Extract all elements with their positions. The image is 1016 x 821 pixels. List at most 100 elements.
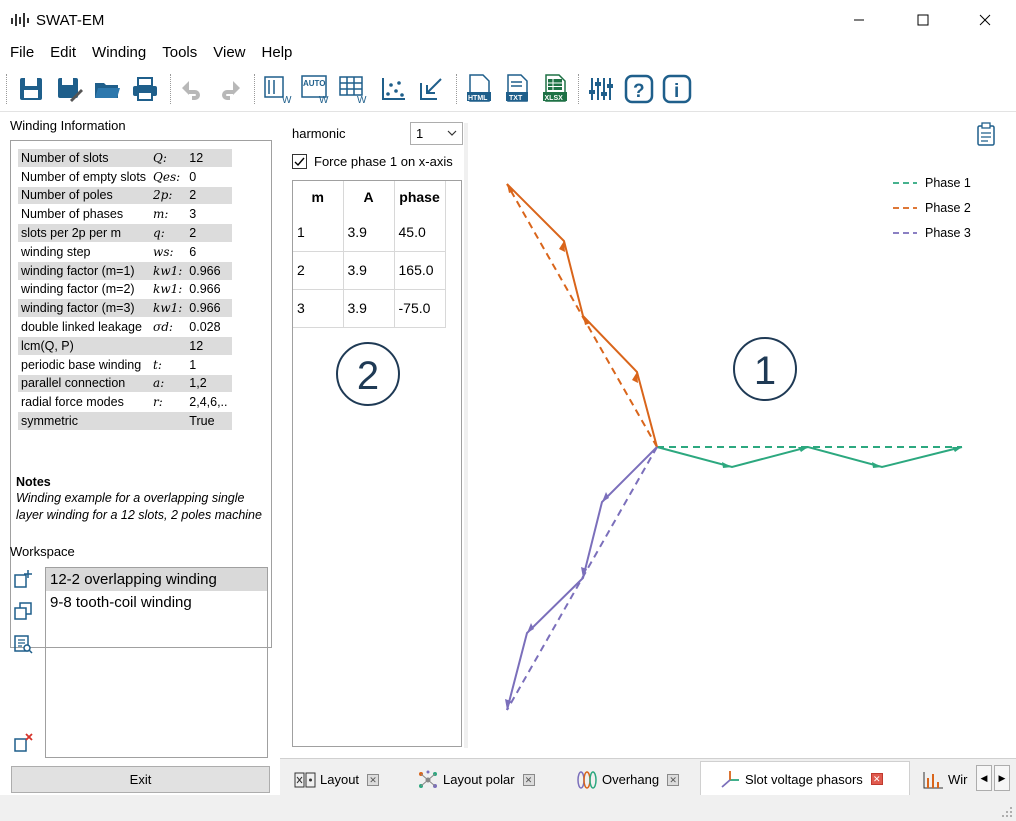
table-cell[interactable]: 165.0 [394,251,446,290]
export-txt-icon: TXT [506,74,528,102]
phasor-arrowheads-phase-1 [722,447,962,468]
legend-label-phase-2: Phase 2 [925,201,971,215]
callout-circle-1: 1 [733,337,797,401]
menu-tools[interactable]: Tools [154,40,205,66]
import-button[interactable] [414,72,448,106]
info-symbol: kw1: [153,282,183,297]
info-row: winding factor (m=3) kw1: 0.966 [18,299,232,318]
exit-button[interactable]: Exit [11,766,270,793]
undo-icon [182,81,200,100]
info-row: lcm(Q, P) 12 [18,336,232,355]
tab-overhang[interactable]: Overhang ✕ [576,763,680,796]
tab-scroll-left[interactable]: ◀ [976,765,992,791]
print-button[interactable] [128,72,162,106]
resize-grip-icon[interactable] [1001,806,1013,818]
table-cell[interactable]: 45.0 [394,213,446,252]
legend-label-phase-1: Phase 1 [925,176,971,190]
menu-winding[interactable]: Winding [84,40,154,66]
redo-button[interactable] [212,72,246,106]
col-header-m: m [293,181,344,213]
save-button[interactable] [14,72,48,106]
workspace-item-9-8[interactable]: 9-8 tooth-coil winding [46,591,267,614]
undo-button[interactable] [176,72,210,106]
info-row: winding factor (m=2) kw1: 0.966 [18,281,232,299]
toolbar-w-label-3: W [357,95,367,104]
workspace-item-12-2[interactable]: 12-2 overlapping winding [46,568,267,591]
table-cell[interactable]: 1 [293,213,344,252]
export-txt-button[interactable]: TXT [500,72,534,106]
export-xlsx-button[interactable]: XLSX [538,72,572,106]
menu-help[interactable]: Help [254,40,301,66]
table-cell[interactable]: 3.9 [343,251,395,290]
force-phase-label: Force phase 1 on x-axis [314,154,453,169]
menu-edit[interactable]: Edit [42,40,84,66]
tab-close-icon[interactable]: ✕ [367,773,380,786]
open-button[interactable] [90,72,124,106]
force-phase-checkbox[interactable] [292,154,307,169]
info-value: 0.966 [186,261,232,280]
harmonic-select[interactable]: 1 [410,122,463,145]
phasor-slots-phase-1 [656,445,963,469]
col-header-a: A [343,181,395,213]
settings-button[interactable] [584,72,618,106]
info-row: parallel connection a: 1,2 [18,374,232,393]
table-cell[interactable]: 2 [293,251,344,290]
phasor-table: m A phase 1 3.9 45.0 2 3.9 165.0 3 3.9 -… [293,181,446,328]
tab-close-icon[interactable]: ✕ [522,773,535,786]
callout-2-label: 2 [357,354,379,398]
workspace-title: Workspace [10,544,75,559]
new-winding-icon[interactable] [13,569,33,589]
info-row: Number of poles 2p: 2 [18,186,232,205]
info-button[interactable]: i [660,72,694,106]
help-button[interactable]: ? [622,72,656,106]
info-symbol: ws: [153,244,174,259]
winding-edit-button[interactable]: W [260,72,294,106]
maximize-button[interactable] [900,0,946,40]
save-icon [20,78,42,100]
settings-sliders-icon [589,78,613,100]
phasor-table-box: m A phase 1 3.9 45.0 2 3.9 165.0 3 3.9 -… [292,180,462,747]
menu-file[interactable]: File [2,40,42,66]
winding-info-table: Number of slots Q: 12 Number of empty slots… [18,148,232,431]
bar-chart-icon [923,771,943,788]
table-cell[interactable]: 3.9 [343,289,395,328]
layout-icon [294,772,316,787]
winding-table-button[interactable]: W [336,72,370,106]
copy-plot-icon[interactable] [977,122,995,146]
toolbar-w-label-2: W [319,95,329,104]
open-folder-icon [95,83,120,98]
toolbar-txt-label: TXT [509,95,523,102]
save-as-button[interactable] [52,72,86,106]
tab-slot-voltage-phasors[interactable]: Slot voltage phasors ✕ [700,761,910,796]
info-value: 12 [186,336,232,355]
menu-view[interactable]: View [205,40,253,66]
panel-splitter[interactable] [464,123,468,748]
scatter-button[interactable] [376,72,410,106]
table-cell[interactable]: 3.9 [343,213,395,252]
info-label: lcm(Q, P) [18,336,151,355]
info-symbol: σd: [153,320,173,335]
info-symbol [150,412,187,430]
copy-winding-icon[interactable] [13,601,33,621]
delete-winding-icon[interactable] [13,733,33,753]
notes-text: Winding example for a overlapping single… [16,491,262,522]
inspect-winding-icon[interactable] [13,634,33,654]
tab-close-icon[interactable]: ✕ [870,773,883,785]
export-html-button[interactable]: HTML [462,72,496,106]
info-value: 1,2 [186,374,232,393]
close-button[interactable] [962,0,1008,40]
tab-layout-polar[interactable]: Layout polar ✕ [417,763,535,796]
tab-scroll-right[interactable]: ▶ [994,765,1010,791]
table-cell[interactable]: -75.0 [394,289,446,328]
minimize-button[interactable] [836,0,882,40]
table-cell[interactable]: 3 [293,289,344,328]
tab-layout[interactable]: Layout ✕ [294,763,380,796]
check-icon [294,157,305,167]
menu-bar: File Edit Winding Tools View Help [0,40,1016,66]
phasor-series-phase-2 [506,183,658,448]
info-row: Number of phases m: 3 [18,205,232,223]
tab-winding-factor[interactable]: Wir [922,763,968,796]
auto-winding-button[interactable]: AUTO W [298,72,332,106]
tab-close-icon[interactable]: ✕ [667,773,680,786]
info-label: winding factor (m=1) [18,261,151,280]
